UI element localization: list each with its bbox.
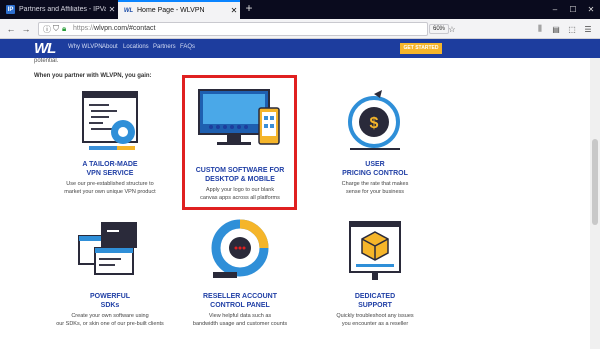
new-tab-button[interactable]: + <box>242 1 256 15</box>
feature-title: POWERFUL SDKs <box>89 293 131 309</box>
url-text[interactable]: https://wlvpn.com/#contact <box>73 25 156 32</box>
page-scrollbar[interactable] <box>590 58 600 349</box>
info-icon[interactable]: ⓘ <box>43 24 51 35</box>
forward-arrow-icon[interactable]: → <box>20 23 32 35</box>
minimize-button[interactable]: – <box>546 0 564 19</box>
donut-dashboard-icon <box>211 219 269 278</box>
sidebar-icon[interactable]: ▤ <box>550 23 562 35</box>
menu-icon[interactable]: ☰ <box>582 23 594 35</box>
feature-support: DEDICATED SUPPORT Quickly troubleshoot a… <box>310 218 440 328</box>
wlvpn-favicon-icon: WL <box>123 7 134 14</box>
feature-title: RESELLER ACCOUNT CONTROL PANEL <box>202 293 278 309</box>
maximize-button[interactable]: ☐ <box>564 0 582 19</box>
feature-description: Create your own software using our SDKs,… <box>56 313 164 327</box>
dollar-cycle-icon: $ <box>348 90 400 150</box>
feature-description: Charge the rate that makes sense for you… <box>341 181 409 195</box>
tab-title: Partners and Affiliates - IPVani <box>19 6 106 13</box>
feature-vpn-service: A TAILOR-MADE VPN SERVICE Use our pre-es… <box>45 88 175 196</box>
close-tab-icon[interactable]: ✕ <box>106 5 118 14</box>
feature-title: USER PRICING CONTROL <box>342 161 408 177</box>
back-arrow-icon[interactable]: ← <box>5 23 17 35</box>
tab-partners[interactable]: IP Partners and Affiliates - IPVani ✕ <box>0 0 118 19</box>
site-header: WL Why WLVPN About Locations Partners FA… <box>0 39 600 58</box>
support-tools-icon <box>349 221 401 280</box>
wlvpn-logo[interactable]: WL <box>34 39 60 58</box>
close-tab-icon[interactable]: ✕ <box>228 6 240 15</box>
get-started-button[interactable]: GET STARTED <box>400 43 442 54</box>
intro-tail-text: potential. <box>34 58 59 64</box>
feature-sdks: POWERFUL SDKs Create your own software u… <box>40 218 180 328</box>
close-window-button[interactable]: ✕ <box>582 0 600 19</box>
library-icon[interactable]: ⫼ <box>534 23 546 35</box>
ipvanish-favicon-icon: IP <box>6 5 15 14</box>
feature-description: Quickly troubleshoot any issues you enco… <box>336 313 414 327</box>
svg-text:$: $ <box>370 115 379 132</box>
partner-intro: When you partner with WLVPN, you gain: <box>34 73 152 79</box>
browser-tab-strip: IP Partners and Affiliates - IPVani ✕ WL… <box>0 0 600 19</box>
address-bar[interactable]: ⓘ ⛉ 🔒︎ https://wlvpn.com/#contact 60% <box>38 22 449 36</box>
nav-about[interactable]: About <box>102 44 118 50</box>
page-actions-icon[interactable]: ··· <box>432 23 444 35</box>
browser-navbar: ← → ⓘ ⛉ 🔒︎ https://wlvpn.com/#contact 60… <box>0 19 600 39</box>
bookmark-star-icon[interactable]: ☆ <box>446 23 458 35</box>
feature-description: Use our pre-established structure to mar… <box>64 181 156 195</box>
nav-why-wlvpn[interactable]: Why WLVPN <box>68 44 103 50</box>
scrollbar-thumb[interactable] <box>592 139 598 225</box>
screenshot-icon[interactable]: ⬚ <box>566 23 578 35</box>
feature-control-panel: RESELLER ACCOUNT CONTROL PANEL View help… <box>175 218 305 328</box>
feature-title: A TAILOR-MADE VPN SERVICE <box>82 161 138 177</box>
tab-home[interactable]: WL Home Page - WLVPN ✕ <box>118 0 240 19</box>
tab-title: Home Page - WLVPN <box>137 7 205 14</box>
nav-faqs[interactable]: FAQs <box>180 44 195 50</box>
nav-locations[interactable]: Locations <box>123 44 149 50</box>
code-gear-icon <box>82 91 138 150</box>
feature-title: DEDICATED SUPPORT <box>354 293 396 309</box>
main-content: potential. When you partner with WLVPN, … <box>0 58 590 349</box>
feature-description: View helpful data such as bandwidth usag… <box>192 313 288 327</box>
highlight-box <box>182 75 297 210</box>
shield-icon[interactable]: ⛉ <box>53 24 59 34</box>
lock-icon[interactable]: 🔒︎ <box>62 24 66 34</box>
feature-pricing-control: $ USER PRICING CONTROL Charge the rate t… <box>310 88 440 196</box>
sdk-windows-icon <box>78 222 137 275</box>
nav-partners[interactable]: Partners <box>153 44 176 50</box>
